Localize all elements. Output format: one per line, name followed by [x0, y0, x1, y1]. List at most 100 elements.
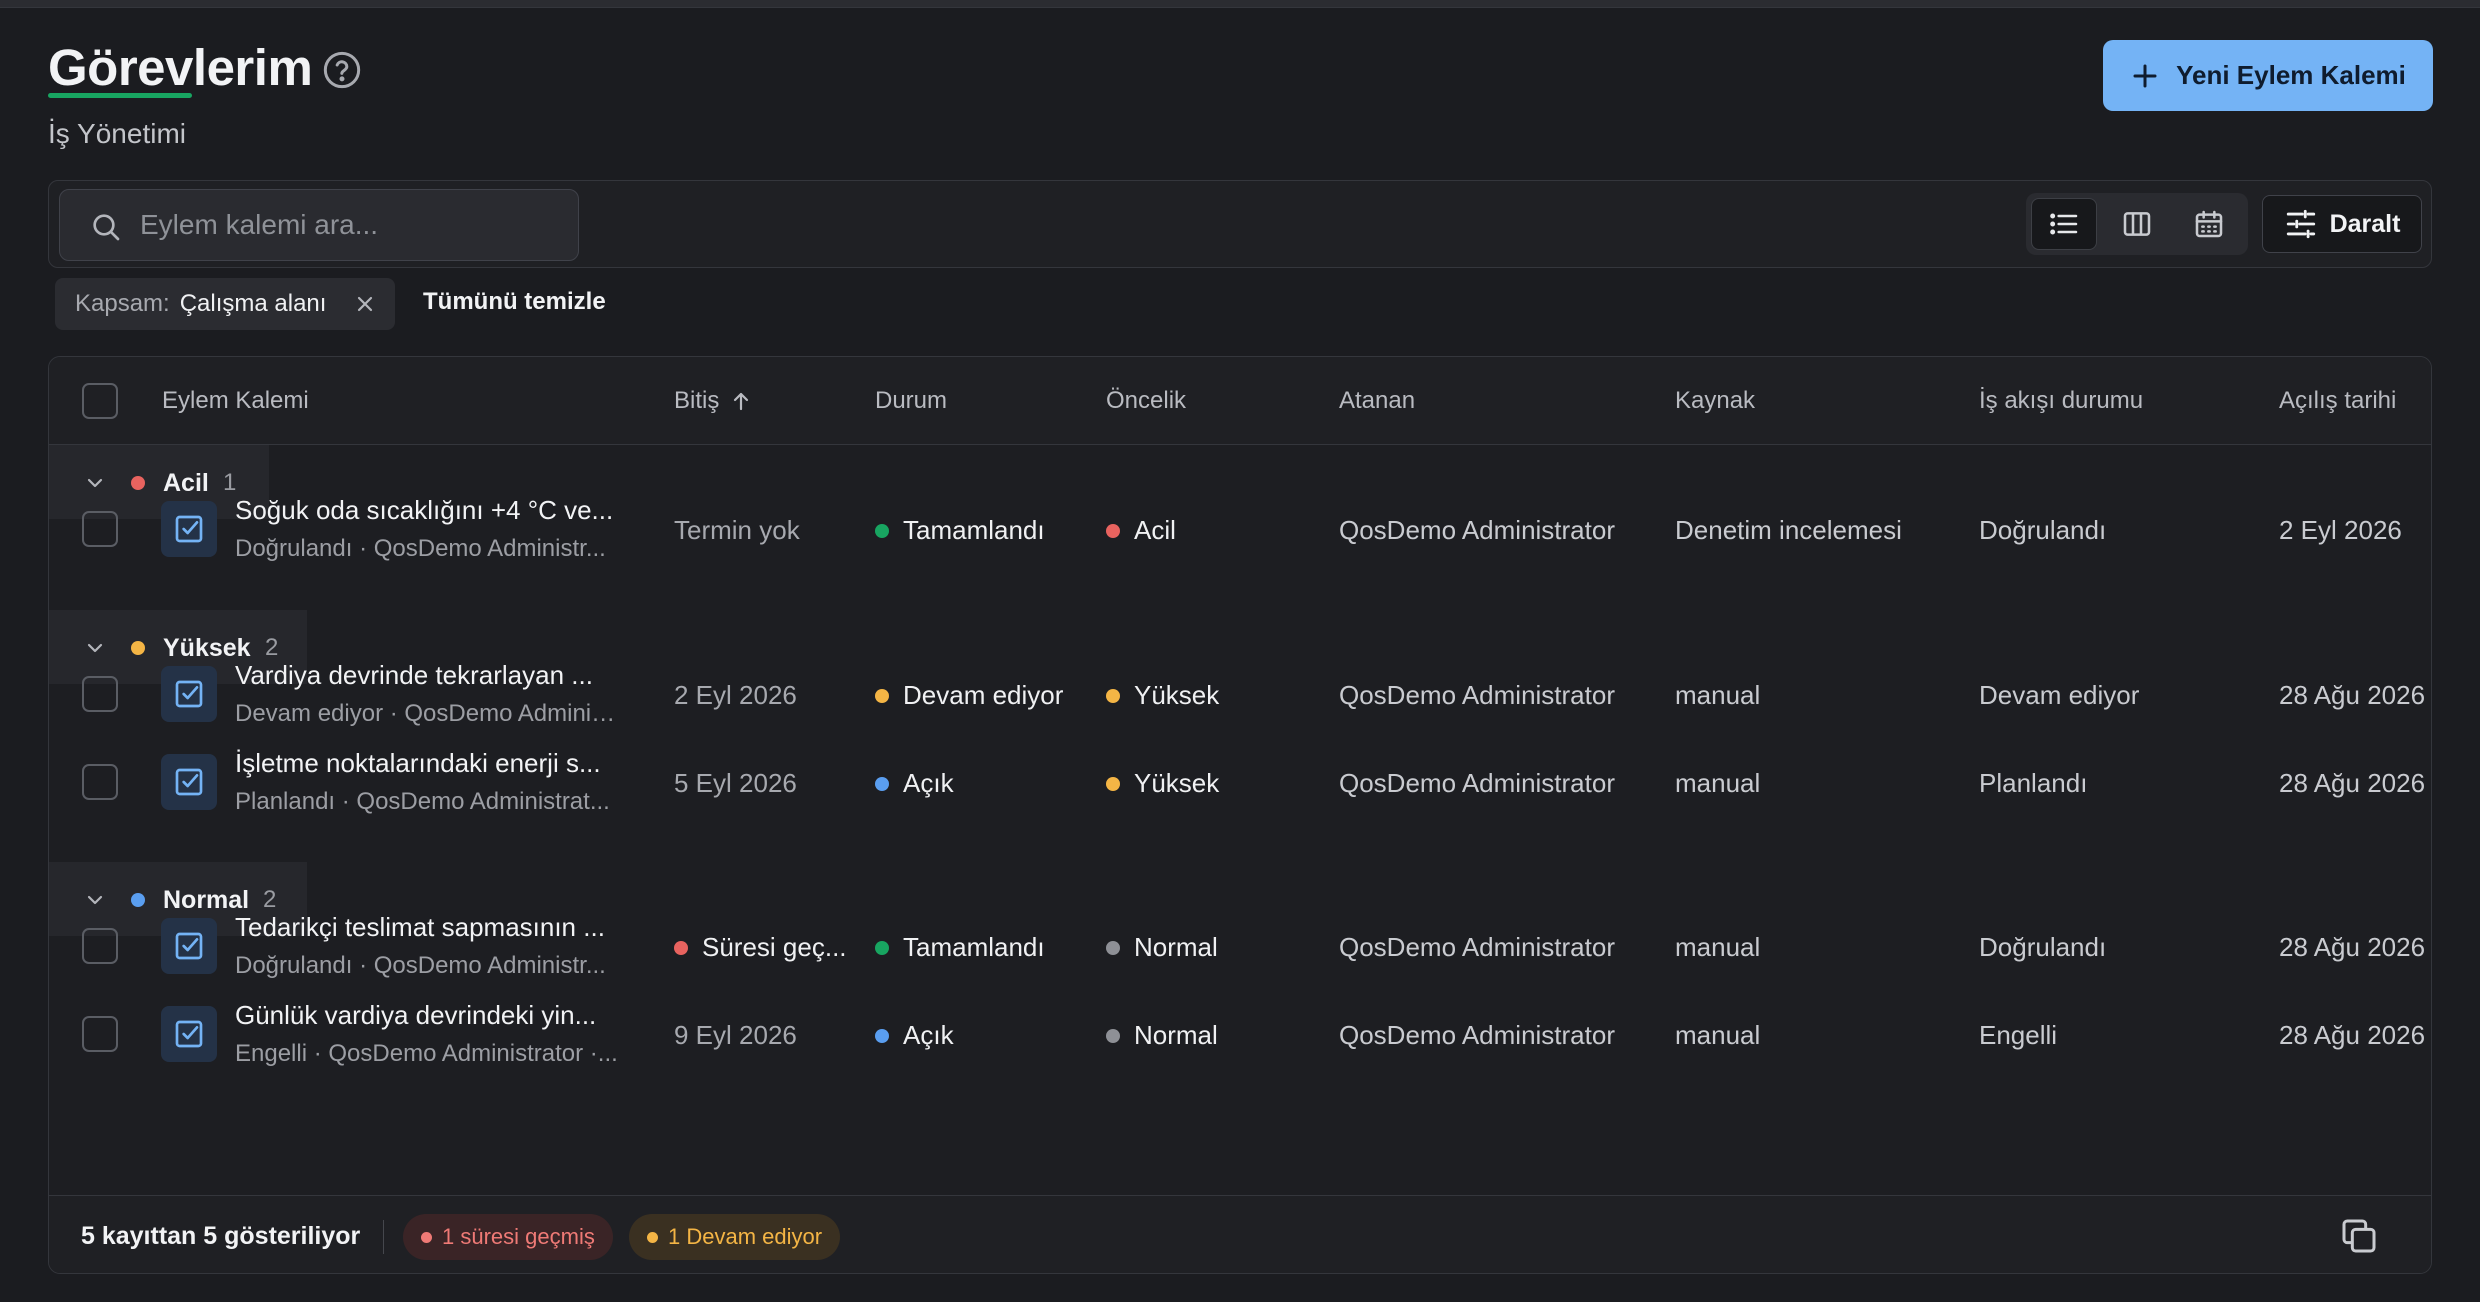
- checkbox-task-icon: [175, 768, 203, 796]
- priority-text: Normal: [1134, 932, 1218, 962]
- toolbar: Daralt: [48, 180, 2432, 268]
- assignee-cell: QosDemo Administrator: [1339, 515, 1615, 545]
- task-title[interactable]: Günlük vardiya devrindeki yin...: [235, 1000, 620, 1031]
- status-dot: [875, 1028, 889, 1043]
- list-view-button[interactable]: [2031, 198, 2097, 250]
- table-row[interactable]: İşletme noktalarındaki enerji s... Planl…: [49, 738, 2431, 826]
- source-cell: manual: [1675, 1020, 1761, 1050]
- search-input[interactable]: [140, 190, 560, 260]
- source-cell: manual: [1675, 932, 1761, 962]
- source-cell: manual: [1675, 768, 1761, 798]
- footer-divider: [383, 1220, 384, 1254]
- table-row[interactable]: Vardiya devrinde tekrarlayan ... Devam e…: [49, 650, 2431, 738]
- checkbox-task-icon: [175, 1020, 203, 1048]
- new-action-item-button[interactable]: Yeni Eylem Kalemi: [2103, 40, 2433, 111]
- col-header-due-label: Bitiş: [674, 387, 720, 414]
- search-box[interactable]: [59, 189, 579, 261]
- collapse-button[interactable]: Daralt: [2262, 195, 2422, 253]
- calendar-view-icon: [2195, 210, 2223, 238]
- col-header-opened[interactable]: Açılış tarihi: [2279, 387, 2396, 415]
- col-header-priority[interactable]: Öncelik: [1106, 387, 1186, 415]
- plus-icon: [2133, 64, 2157, 87]
- col-header-status[interactable]: Durum: [875, 387, 947, 415]
- page-subtitle: İş Yönetimi: [48, 118, 186, 149]
- help-icon[interactable]: [322, 50, 362, 90]
- action-items-table: Eylem Kalemi Bitiş Durum Öncelik Atanan …: [48, 356, 2432, 1274]
- top-border: [0, 0, 2480, 8]
- status-text: Devam ediyor: [903, 680, 1064, 710]
- clear-all-filters-link[interactable]: Tümünü temizle: [423, 288, 606, 316]
- col-header-workflow[interactable]: İş akışı durumu: [1979, 387, 2143, 415]
- calendar-view-button[interactable]: [2176, 198, 2242, 250]
- priority-cell: Yüksek: [1106, 680, 1321, 711]
- workflow-cell: Doğrulandı: [1979, 932, 2107, 962]
- overdue-badge-label: 1 süresi geçmiş: [442, 1224, 595, 1249]
- due-cell: Süresi geç...: [674, 932, 858, 963]
- priority-text: Yüksek: [1134, 768, 1220, 798]
- priority-dot: [1106, 688, 1120, 703]
- status-cell: Açık: [875, 1020, 1090, 1051]
- columns-view-button[interactable]: [2104, 198, 2170, 250]
- collapse-label: Daralt: [2329, 209, 2401, 238]
- status-text: Açık: [903, 768, 954, 798]
- record-count: 5 kayıttan 5 gösteriliyor: [81, 1222, 361, 1250]
- workflow-cell: Engelli: [1979, 1020, 2058, 1050]
- status-text: Açık: [903, 1020, 954, 1050]
- col-header-assignee[interactable]: Atanan: [1339, 387, 1415, 415]
- view-switcher: [2026, 193, 2248, 255]
- task-title[interactable]: Tedarikçi teslimat sapmasının ...: [235, 912, 620, 943]
- overdue-dot: [421, 1231, 432, 1243]
- due-cell: Termin yok: [674, 515, 800, 545]
- checkbox-task-icon: [175, 680, 203, 708]
- opened-cell: 28 Ağu 2026: [2279, 768, 2426, 798]
- overdue-badge[interactable]: 1 süresi geçmiş: [403, 1214, 613, 1260]
- task-title[interactable]: İşletme noktalarındaki enerji s...: [235, 748, 620, 779]
- priority-cell: Acil: [1106, 515, 1321, 546]
- in-progress-badge[interactable]: 1 Devam ediyor: [629, 1214, 841, 1260]
- checkbox-task-icon: [175, 932, 203, 960]
- assignee-cell: QosDemo Administrator: [1339, 1020, 1615, 1050]
- search-icon: [93, 214, 120, 241]
- status-dot: [875, 776, 889, 791]
- task-title[interactable]: Vardiya devrinde tekrarlayan ...: [235, 660, 620, 691]
- row-checkbox[interactable]: [82, 764, 118, 800]
- due-text: Süresi geç...: [702, 932, 847, 962]
- title-underline: [48, 93, 192, 98]
- copy-icon[interactable]: [2339, 1216, 2379, 1256]
- row-checkbox[interactable]: [82, 676, 118, 712]
- table-row[interactable]: Soğuk oda sıcaklığını +4 °C ve... Doğrul…: [49, 485, 2431, 573]
- select-all-checkbox[interactable]: [82, 383, 118, 419]
- status-cell: Tamamlandı: [875, 932, 1090, 963]
- task-icon-box: [161, 501, 217, 557]
- page-title: Görevlerim: [48, 39, 313, 96]
- overdue-dot: [674, 940, 688, 955]
- task-title[interactable]: Soğuk oda sıcaklığını +4 °C ve...: [235, 495, 620, 526]
- col-header-item[interactable]: Eylem Kalemi: [162, 387, 309, 415]
- row-checkbox[interactable]: [82, 1016, 118, 1052]
- close-icon[interactable]: [353, 292, 377, 316]
- col-header-due[interactable]: Bitiş: [674, 387, 753, 415]
- priority-cell: Normal: [1106, 932, 1321, 963]
- columns-view-icon: [2123, 212, 2151, 236]
- workflow-cell: Planlandı: [1979, 768, 2088, 798]
- col-header-source[interactable]: Kaynak: [1675, 387, 1755, 415]
- due-cell: 9 Eyl 2026: [674, 1020, 797, 1050]
- task-subtitle: Devam ediyor · QosDemo Adminis...: [235, 700, 620, 727]
- status-dot: [875, 523, 889, 538]
- table-row[interactable]: Tedarikçi teslimat sapmasının ... Doğrul…: [49, 902, 2431, 990]
- scope-filter-chip[interactable]: Kapsam: Çalışma alanı: [55, 278, 395, 330]
- opened-cell: 28 Ağu 2026: [2279, 932, 2426, 962]
- assignee-cell: QosDemo Administrator: [1339, 680, 1615, 710]
- row-checkbox[interactable]: [82, 928, 118, 964]
- priority-text: Acil: [1134, 515, 1176, 545]
- status-cell: Tamamlandı: [875, 515, 1090, 546]
- chip-key: Kapsam:: [75, 290, 170, 317]
- priority-cell: Normal: [1106, 1020, 1321, 1051]
- table-row[interactable]: Günlük vardiya devrindeki yin... Engelli…: [49, 990, 2431, 1078]
- task-subtitle: Doğrulandı · QosDemo Administr...: [235, 952, 606, 979]
- row-checkbox[interactable]: [82, 511, 118, 547]
- table-footer: 5 kayıttan 5 gösteriliyor 1 süresi geçmi…: [49, 1195, 2431, 1273]
- priority-dot: [1106, 940, 1120, 955]
- assignee-cell: QosDemo Administrator: [1339, 932, 1615, 962]
- new-button-label: Yeni Eylem Kalemi: [2176, 60, 2406, 90]
